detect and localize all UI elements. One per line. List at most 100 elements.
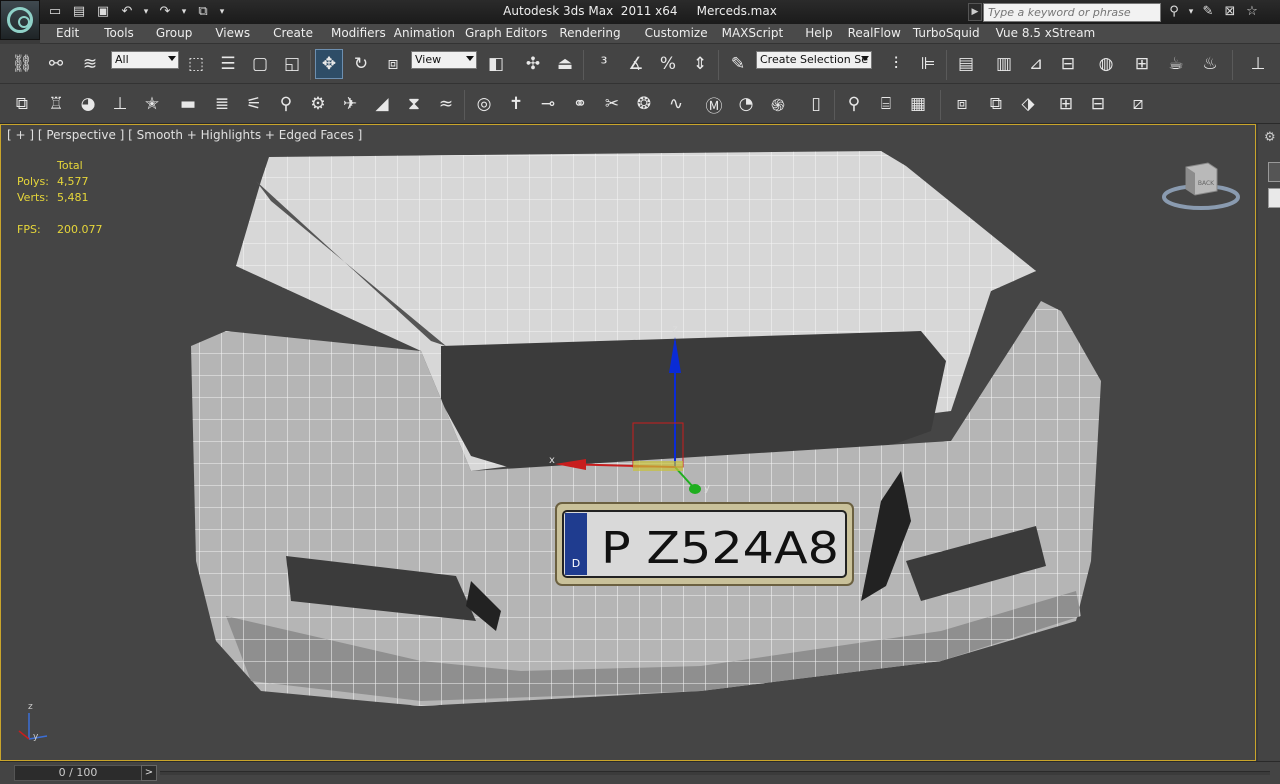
select-and-manipulate-icon[interactable]: ✣: [519, 49, 547, 79]
next-frame-button[interactable]: >: [141, 765, 157, 781]
snaps-toggle-icon[interactable]: ³: [590, 49, 618, 79]
project-folder-icon[interactable]: ⧉: [192, 3, 214, 21]
cut-icon[interactable]: ✂: [598, 89, 626, 119]
named-selection-sets-dropdown[interactable]: Create Selection Se: [756, 51, 872, 69]
bend-icon[interactable]: ⊸: [534, 89, 562, 119]
viewcube[interactable]: BACK: [1161, 155, 1241, 215]
menu-vue-xstream[interactable]: Vue 8.5 xStream: [996, 24, 1096, 44]
meter-icon[interactable]: ◔: [732, 89, 760, 119]
layer-manager-icon[interactable]: ▤: [952, 49, 980, 79]
keyboard-shortcut-override-icon[interactable]: ⏏: [551, 49, 579, 79]
menu-realflow[interactable]: RealFlow: [848, 24, 901, 44]
viewport-label[interactable]: [ + ] [ Perspective ] [ Smooth + Highlig…: [7, 128, 362, 142]
use-pivot-center-icon[interactable]: ◧: [482, 49, 510, 79]
undo-icon[interactable]: ↶: [116, 3, 138, 21]
open-file-icon[interactable]: ▤: [68, 3, 90, 21]
align-icon[interactable]: ⊫: [914, 49, 942, 79]
menu-edit[interactable]: Edit: [56, 24, 79, 44]
rectangular-selection-icon[interactable]: ▢: [246, 49, 274, 79]
layers-icon[interactable]: ≣: [208, 89, 236, 119]
undo-dropdown-icon[interactable]: ▾: [140, 3, 152, 21]
bind-to-space-warp-icon[interactable]: ≋: [76, 49, 104, 79]
perspective-viewport[interactable]: D P Z524A8 z x y z y [ + ] [ Perspective…: [0, 124, 1256, 761]
menu-modifiers[interactable]: Modifiers: [331, 24, 386, 44]
select-by-name-icon[interactable]: ☰: [214, 49, 242, 79]
curve-icon[interactable]: ∿: [662, 89, 690, 119]
menu-help[interactable]: Help: [805, 24, 832, 44]
star-icon[interactable]: ✭: [138, 89, 166, 119]
save-icon[interactable]: ▣: [92, 3, 114, 21]
redo-dropdown-icon[interactable]: ▾: [178, 3, 190, 21]
camera-icon[interactable]: ⌸: [872, 89, 900, 119]
sbi-grid-icon[interactable]: ⧉: [982, 89, 1010, 119]
slab-icon[interactable]: ▬: [174, 89, 202, 119]
angle-snap-icon[interactable]: ∡: [622, 49, 650, 79]
mesher-icon[interactable]: Ⓜ: [700, 89, 728, 119]
time-slider[interactable]: 0 / 100: [14, 765, 142, 781]
render-setup-icon[interactable]: ⊞: [1128, 49, 1156, 79]
select-object-icon[interactable]: ⬚: [182, 49, 210, 79]
dropdown-arrow-icon[interactable]: ▾: [1185, 3, 1197, 21]
lin-chart-icon[interactable]: ⧄: [1124, 89, 1152, 119]
panel-field[interactable]: [1268, 188, 1280, 208]
render-production-icon[interactable]: ♨: [1196, 49, 1224, 79]
emitter-icon[interactable]: ⊥: [106, 89, 134, 119]
percent-snap-icon[interactable]: %: [654, 49, 682, 79]
select-and-scale-icon[interactable]: ⧈: [379, 49, 407, 79]
spray-icon[interactable]: ⚲: [272, 89, 300, 119]
rendered-frame-window-icon[interactable]: ☕: [1162, 49, 1190, 79]
paint-icon[interactable]: ⚟: [240, 89, 268, 119]
redo-icon[interactable]: ↷: [154, 3, 176, 21]
curve-editor-icon[interactable]: ⊿: [1022, 49, 1050, 79]
search-input[interactable]: [983, 3, 1161, 22]
favorite-star-icon[interactable]: ☆: [1241, 3, 1263, 21]
track-bar[interactable]: [160, 771, 1270, 775]
spiral-icon[interactable]: ֍: [764, 89, 792, 119]
select-and-rotate-icon[interactable]: ↻: [347, 49, 375, 79]
select-and-link-icon[interactable]: ⛓: [8, 49, 36, 79]
material-editor-icon[interactable]: ◍: [1092, 49, 1120, 79]
hinge-icon[interactable]: ⚭: [566, 89, 594, 119]
gear-icon[interactable]: ⚙: [304, 89, 332, 119]
helper-icon[interactable]: ✈: [336, 89, 364, 119]
mirror-icon[interactable]: ⫶: [882, 49, 910, 79]
gear-icon[interactable]: ⚙: [1264, 130, 1276, 145]
command-panel-edge[interactable]: ⚙: [1258, 124, 1280, 761]
menu-maxscript[interactable]: MAXScript: [722, 24, 784, 44]
menu-graph-editors[interactable]: Graph Editors: [465, 24, 547, 44]
sphere-icon[interactable]: ◕: [74, 89, 102, 119]
quick-access-dropdown-icon[interactable]: ▾: [216, 3, 228, 21]
edit-named-selection-icon[interactable]: ✎: [724, 49, 752, 79]
menu-group[interactable]: Group: [156, 24, 193, 44]
select-and-move-icon[interactable]: ✥: [315, 49, 343, 79]
panel-tab[interactable]: [1268, 162, 1280, 182]
wave-icon[interactable]: ≈: [432, 89, 460, 119]
menu-turbosquid[interactable]: TurboSquid: [913, 24, 980, 44]
menu-create[interactable]: Create: [273, 24, 313, 44]
selection-filter-dropdown[interactable]: All: [111, 51, 179, 69]
unlink-selection-icon[interactable]: ⚯: [42, 49, 70, 79]
menu-rendering[interactable]: Rendering: [559, 24, 620, 44]
sbi-icon[interactable]: ⧈: [948, 89, 976, 119]
tools-icon[interactable]: ✎: [1197, 3, 1219, 21]
panel-icon[interactable]: ▯: [802, 89, 830, 119]
spin-icon[interactable]: ❂: [630, 89, 658, 119]
window-crossing-icon[interactable]: ◱: [278, 49, 306, 79]
x-icon[interactable]: ⊠: [1219, 3, 1241, 21]
application-button[interactable]: [0, 0, 40, 40]
boxes-icon[interactable]: ⧉: [8, 89, 36, 119]
infocenter-collapse-icon[interactable]: ▶: [968, 3, 982, 21]
menu-views[interactable]: Views: [215, 24, 250, 44]
vortex-icon[interactable]: ◎: [470, 89, 498, 119]
menu-tools[interactable]: Tools: [104, 24, 134, 44]
filmstrip-icon[interactable]: ▦: [904, 89, 932, 119]
biped-icon[interactable]: ✝: [502, 89, 530, 119]
shirt-icon[interactable]: ♖: [42, 89, 70, 119]
menu-animation[interactable]: Animation: [394, 24, 455, 44]
reference-coordinate-dropdown[interactable]: View: [411, 51, 477, 69]
spinner-snap-icon[interactable]: ⇕: [686, 49, 714, 79]
lin-grid-icon[interactable]: ⊟: [1084, 89, 1112, 119]
new-file-icon[interactable]: ▭: [44, 3, 66, 21]
graphite-modeling-tools-icon[interactable]: ▥: [990, 49, 1018, 79]
magnify-icon[interactable]: ⚲: [840, 89, 868, 119]
